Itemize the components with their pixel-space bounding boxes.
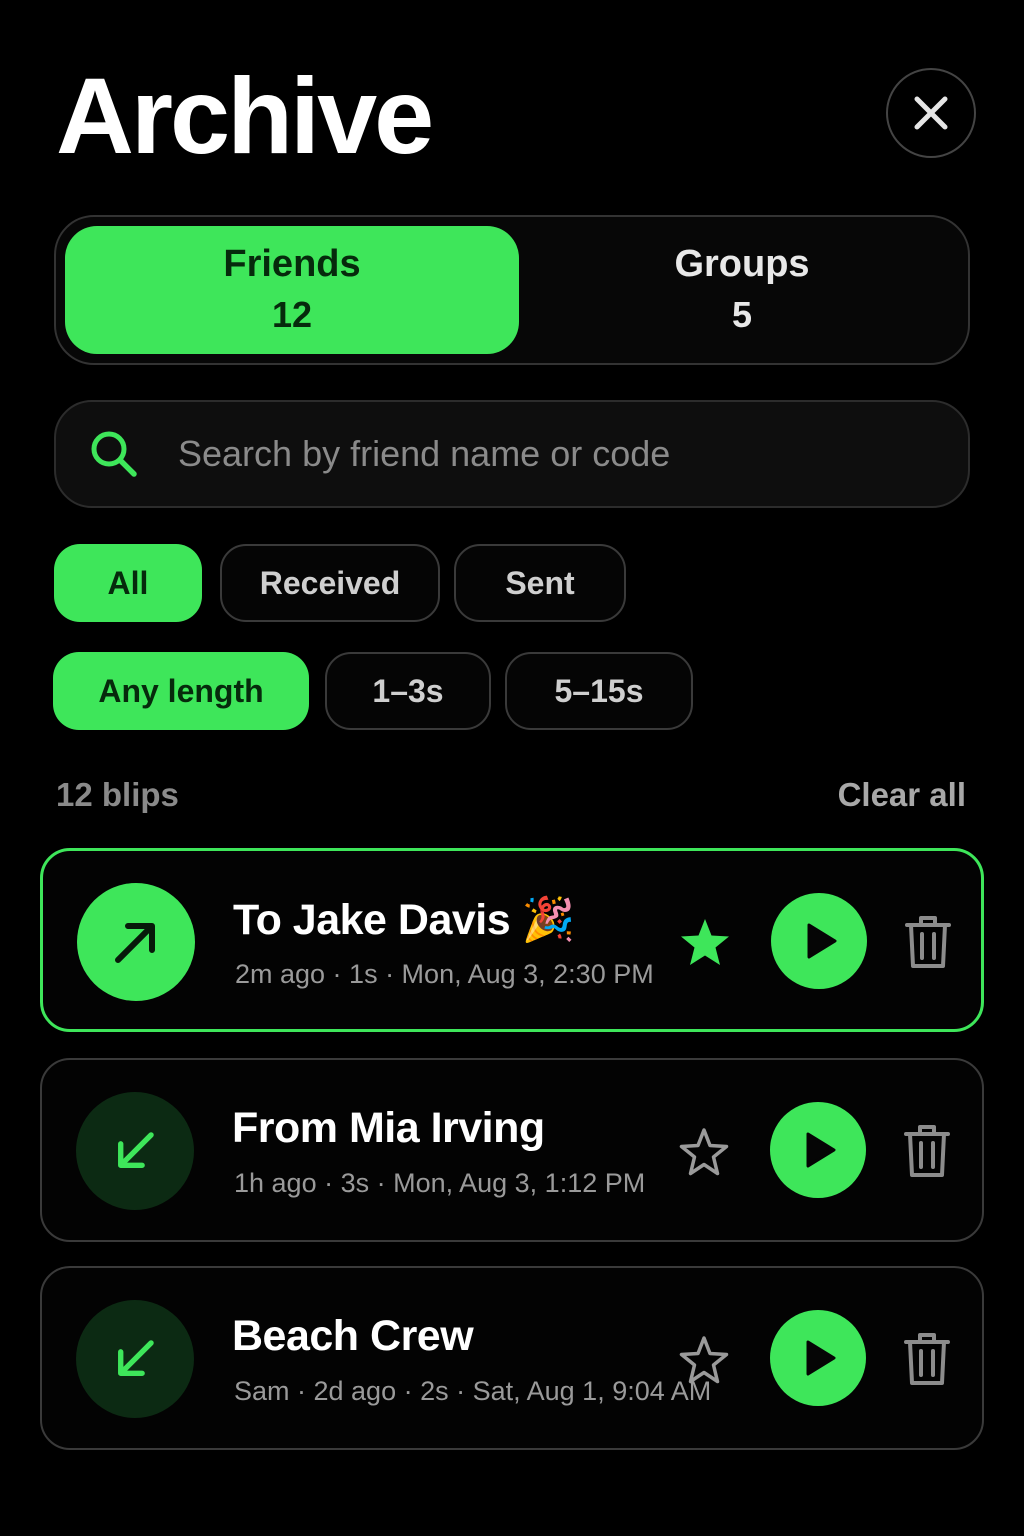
tab-groups[interactable]: Groups 5 — [524, 226, 960, 354]
blip-meta: 2m ago · 1s · Mon, Aug 3, 2:30 PM — [235, 959, 654, 989]
star-outline-icon — [679, 1336, 729, 1384]
play-icon — [806, 1132, 836, 1168]
tab-groups-count: 5 — [731, 293, 753, 335]
arrow-down-left-icon — [118, 1340, 154, 1376]
blip-title: Beach Crew — [232, 1312, 474, 1360]
play-button[interactable] — [770, 1310, 866, 1406]
blip-title: From Mia Irving — [232, 1104, 545, 1152]
blip-title: To Jake Davis 🎉 — [233, 896, 575, 944]
blip-card[interactable]: From Mia Irving 1h ago · 3s · Mon, Aug 3… — [40, 1058, 984, 1242]
tab-friends[interactable]: Friends 12 — [65, 226, 519, 354]
favorite-button[interactable] — [677, 915, 733, 971]
page-title: Archive — [56, 55, 434, 176]
archive-screen: Archive Friends 12 Groups 5 All Received… — [0, 0, 1024, 1536]
search-icon — [88, 428, 140, 480]
delete-button[interactable] — [903, 913, 953, 971]
blip-meta: Sam · 2d ago · 2s · Sat, Aug 1, 9:04 AM — [234, 1376, 712, 1406]
play-button[interactable] — [770, 1102, 866, 1198]
filter-received-chip[interactable]: Received — [220, 544, 440, 622]
direction-badge — [77, 883, 195, 1001]
blip-meta: 1h ago · 3s · Mon, Aug 3, 1:12 PM — [234, 1168, 646, 1198]
blip-card[interactable]: Beach Crew Sam · 2d ago · 2s · Sat, Aug … — [40, 1266, 984, 1450]
tab-switcher: Friends 12 Groups 5 — [54, 215, 970, 365]
direction-badge — [76, 1300, 194, 1418]
trash-icon — [905, 916, 951, 968]
trash-icon — [904, 1125, 950, 1177]
blip-count: 12 blips — [56, 776, 179, 813]
length-5-15s-chip[interactable]: 5–15s — [505, 652, 693, 730]
star-outline-icon — [679, 1128, 729, 1176]
filter-all-chip[interactable]: All — [54, 544, 202, 622]
play-icon — [806, 1340, 836, 1376]
clear-all-button[interactable]: Clear all — [838, 776, 966, 814]
blip-card[interactable]: To Jake Davis 🎉 2m ago · 1s · Mon, Aug 3… — [40, 848, 984, 1032]
length-any-chip[interactable]: Any length — [53, 652, 309, 730]
arrow-up-right-icon — [115, 923, 155, 963]
delete-button[interactable] — [902, 1122, 952, 1180]
length-1-3s-chip[interactable]: 1–3s — [325, 652, 491, 730]
play-button[interactable] — [771, 893, 867, 989]
tab-groups-label: Groups — [674, 243, 810, 286]
favorite-button[interactable] — [676, 1124, 732, 1180]
close-button[interactable] — [886, 68, 976, 158]
arrow-down-left-icon — [118, 1132, 154, 1168]
play-icon — [807, 923, 837, 959]
trash-icon — [904, 1333, 950, 1385]
tab-friends-count: 12 — [271, 293, 313, 335]
favorite-button[interactable] — [676, 1332, 732, 1388]
search-bar — [54, 400, 970, 508]
delete-button[interactable] — [902, 1330, 952, 1388]
star-filled-icon — [681, 919, 729, 965]
tab-friends-label: Friends — [223, 243, 361, 286]
direction-badge — [76, 1092, 194, 1210]
search-input[interactable] — [178, 433, 968, 475]
filter-sent-chip[interactable]: Sent — [454, 544, 626, 622]
close-icon — [914, 96, 948, 130]
